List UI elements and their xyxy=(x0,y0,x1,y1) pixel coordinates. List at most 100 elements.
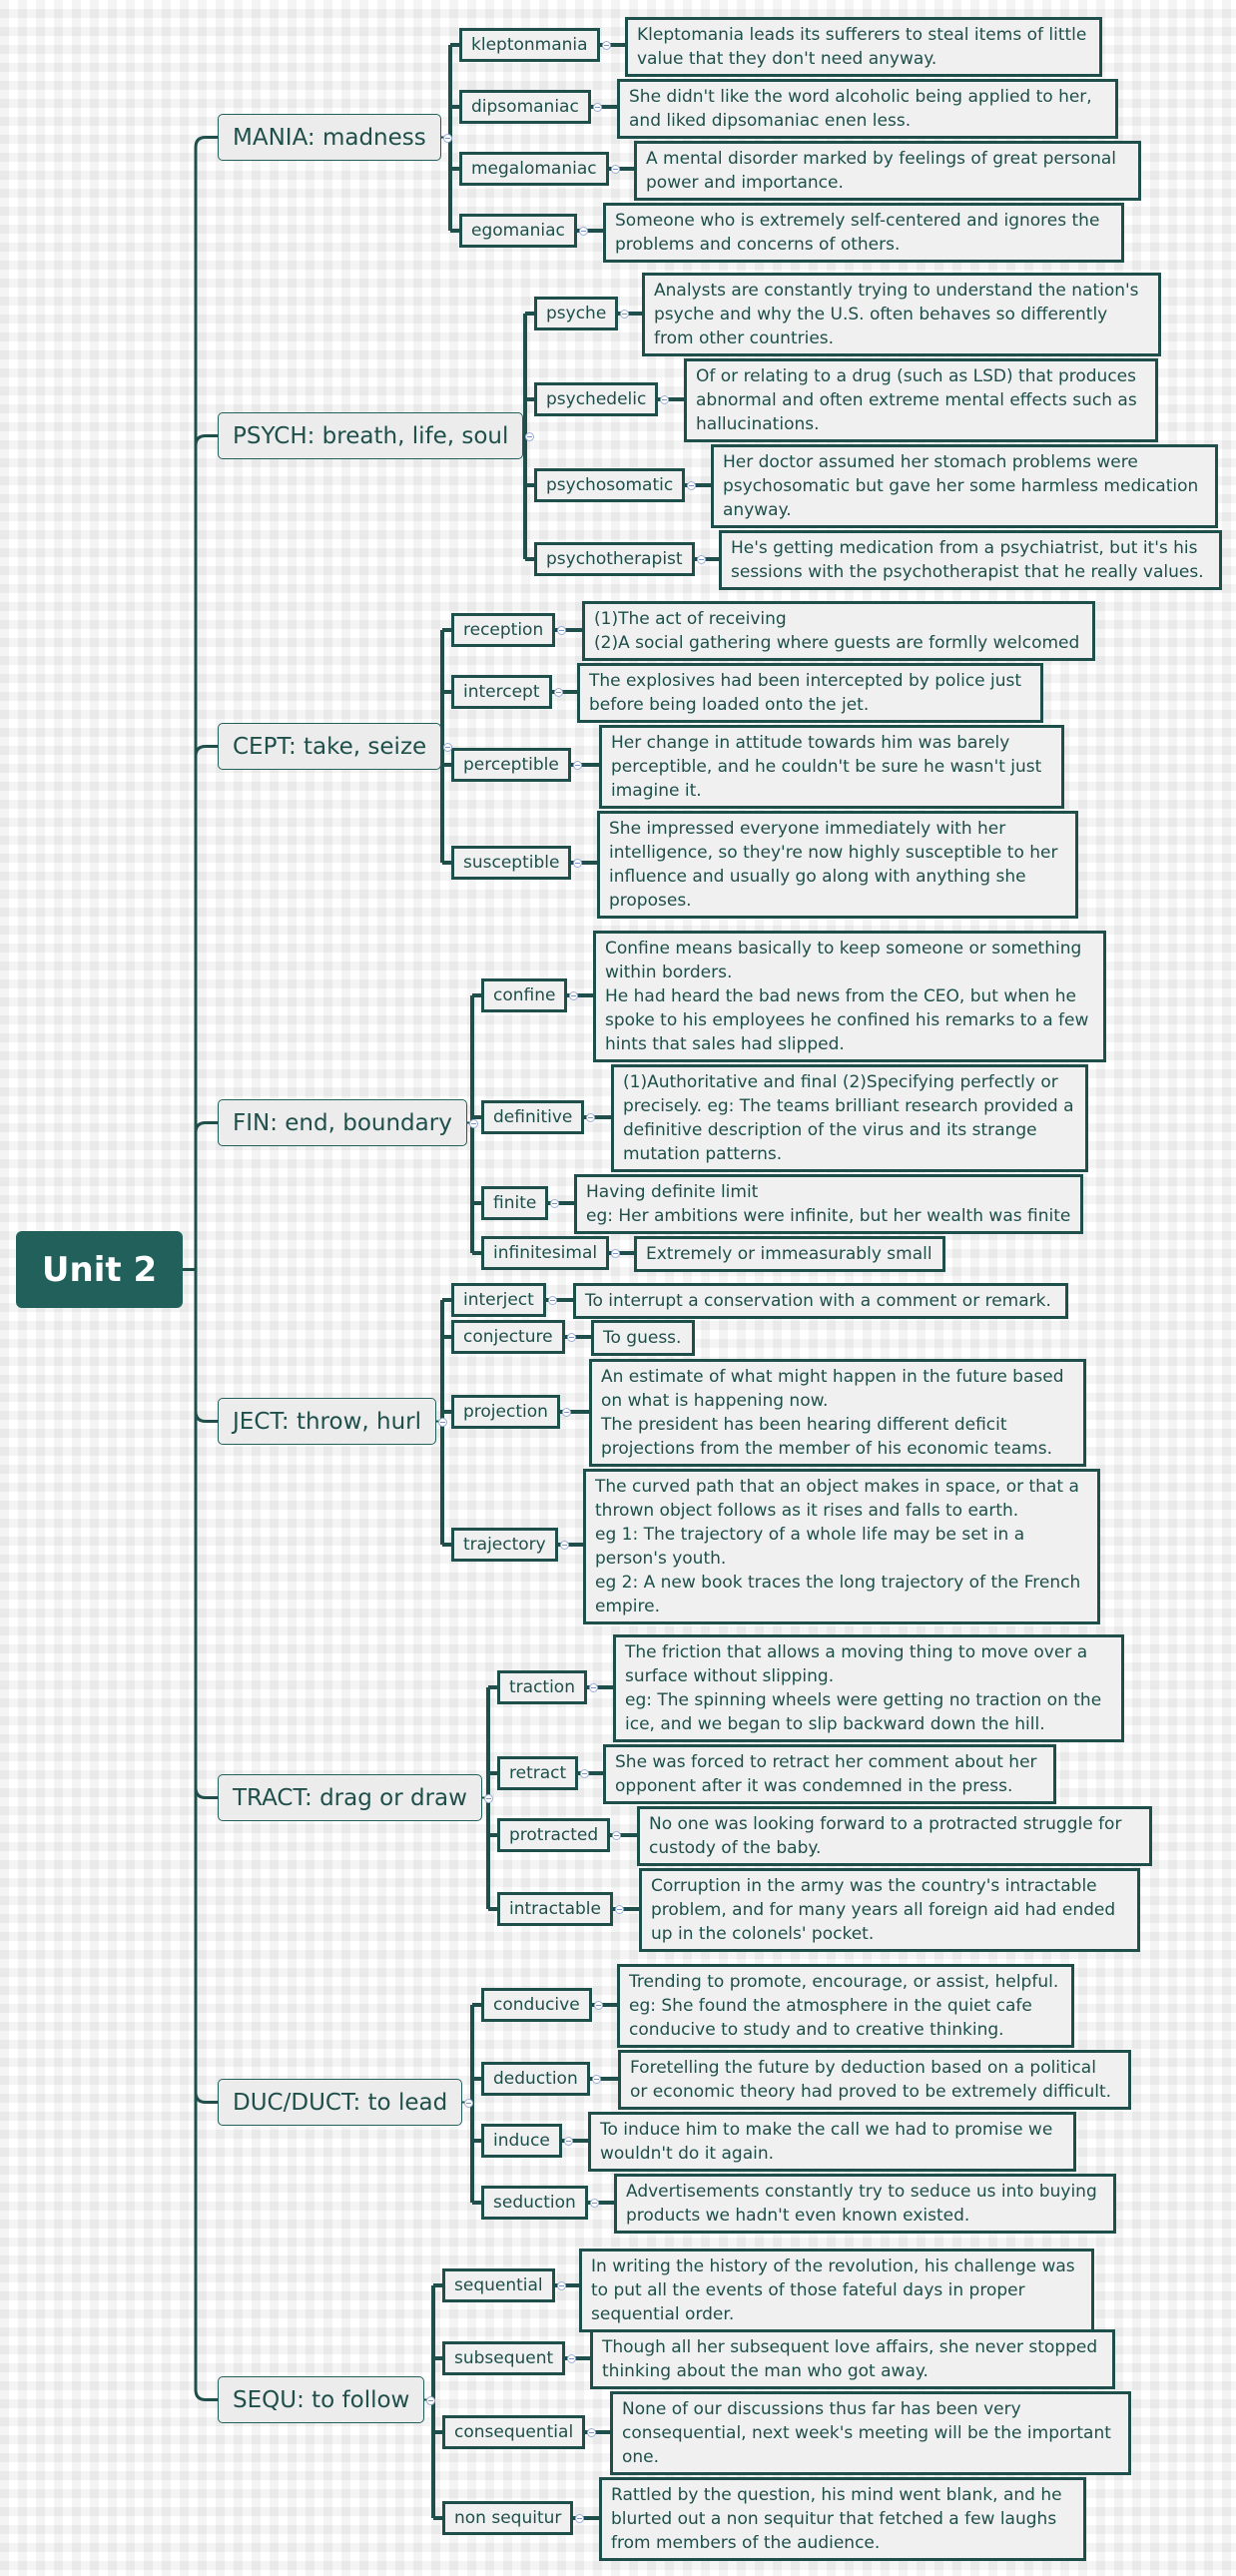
subtopic-egomaniac[interactable]: egomaniac xyxy=(459,214,577,248)
collapse-toggle-icon[interactable] xyxy=(593,103,602,112)
collapse-toggle-icon[interactable] xyxy=(611,165,620,174)
collapse-toggle-icon[interactable] xyxy=(620,310,629,319)
collapse-toggle-icon[interactable] xyxy=(573,761,582,770)
collapse-toggle-icon[interactable] xyxy=(575,2514,584,2523)
definition-retract[interactable]: She was forced to retract her comment ab… xyxy=(603,1744,1056,1804)
definition-egomaniac[interactable]: Someone who is extremely self-centered a… xyxy=(603,203,1124,263)
collapse-toggle-icon[interactable] xyxy=(464,2098,473,2108)
subtopic-conducive[interactable]: conducive xyxy=(481,1988,592,2022)
collapse-toggle-icon[interactable] xyxy=(554,688,563,697)
subtopic-deduction[interactable]: deduction xyxy=(481,2062,590,2096)
collapse-toggle-icon[interactable] xyxy=(592,2075,601,2084)
collapse-toggle-icon[interactable] xyxy=(560,1541,569,1550)
collapse-toggle-icon[interactable] xyxy=(589,1683,598,1692)
definition-reception[interactable]: (1)The act of receiving (2)A social gath… xyxy=(582,601,1095,661)
collapse-toggle-icon[interactable] xyxy=(438,1417,447,1427)
definition-induce[interactable]: To induce him to make the call we had to… xyxy=(588,2112,1076,2172)
root-topic[interactable]: Unit 2 xyxy=(16,1231,183,1308)
topic-psych[interactable]: PSYCH: breath, life, soul xyxy=(218,412,524,459)
definition-perceptible[interactable]: Her change in attitude towards him was b… xyxy=(599,725,1064,809)
definition-trajectory[interactable]: The curved path that an object makes in … xyxy=(583,1469,1100,1624)
subtopic-intercept[interactable]: intercept xyxy=(451,675,552,709)
subtopic-traction[interactable]: traction xyxy=(497,1670,587,1704)
definition-confine[interactable]: Confine means basically to keep someone … xyxy=(593,931,1106,1062)
definition-kleptonmania[interactable]: Kleptomania leads its sufferers to steal… xyxy=(625,17,1102,77)
definition-intercept[interactable]: The explosives had been intercepted by p… xyxy=(577,663,1043,723)
definition-projection[interactable]: An estimate of what might happen in the … xyxy=(589,1359,1086,1467)
definition-consequential[interactable]: None of our discussions thus far has bee… xyxy=(610,2391,1131,2475)
subtopic-megalomaniac[interactable]: megalomaniac xyxy=(459,152,609,186)
subtopic-psychotherapist[interactable]: psychotherapist xyxy=(534,542,695,576)
collapse-toggle-icon[interactable] xyxy=(615,1905,624,1914)
topic-duc-duct[interactable]: DUC/DUCT: to lead xyxy=(218,2079,463,2126)
subtopic-psychedelic[interactable]: psychedelic xyxy=(534,382,659,416)
definition-seduction[interactable]: Advertisements constantly try to seduce … xyxy=(614,2174,1116,2234)
subtopic-psychosomatic[interactable]: psychosomatic xyxy=(534,468,686,502)
subtopic-projection[interactable]: projection xyxy=(451,1395,560,1429)
collapse-toggle-icon[interactable] xyxy=(525,431,534,441)
subtopic-retract[interactable]: retract xyxy=(497,1756,579,1790)
definition-finite[interactable]: Having definite limit eg: Her ambitions … xyxy=(574,1174,1083,1234)
collapse-toggle-icon[interactable] xyxy=(443,133,452,143)
definition-protracted[interactable]: No one was looking forward to a protract… xyxy=(637,1806,1152,1866)
definition-sequential[interactable]: In writing the history of the revolution… xyxy=(579,2249,1094,2332)
subtopic-perceptible[interactable]: perceptible xyxy=(451,748,571,782)
topic-tract[interactable]: TRACT: drag or draw xyxy=(218,1774,482,1821)
collapse-toggle-icon[interactable] xyxy=(580,1769,589,1778)
definition-megalomaniac[interactable]: A mental disorder marked by feelings of … xyxy=(634,141,1141,201)
collapse-toggle-icon[interactable] xyxy=(469,1118,478,1128)
subtopic-finite[interactable]: finite xyxy=(481,1186,549,1220)
subtopic-subsequent[interactable]: subsequent xyxy=(442,2341,566,2375)
collapse-toggle-icon[interactable] xyxy=(443,742,452,752)
collapse-toggle-icon[interactable] xyxy=(697,555,706,564)
subtopic-sequential[interactable]: sequential xyxy=(442,2268,555,2302)
definition-infinitesimal[interactable]: Extremely or immeasurably small xyxy=(634,1236,945,1272)
subtopic-intractable[interactable]: intractable xyxy=(497,1892,613,1926)
definition-traction[interactable]: The friction that allows a moving thing … xyxy=(613,1634,1124,1742)
subtopic-infinitesimal[interactable]: infinitesimal xyxy=(481,1236,610,1270)
collapse-toggle-icon[interactable] xyxy=(660,395,669,404)
subtopic-dipsomaniac[interactable]: dipsomaniac xyxy=(459,90,591,124)
collapse-toggle-icon[interactable] xyxy=(611,1249,620,1258)
collapse-toggle-icon[interactable] xyxy=(550,1199,559,1208)
collapse-toggle-icon[interactable] xyxy=(557,2281,566,2290)
collapse-toggle-icon[interactable] xyxy=(567,2354,576,2363)
subtopic-interject[interactable]: interject xyxy=(451,1283,546,1317)
collapse-toggle-icon[interactable] xyxy=(687,481,696,490)
definition-dipsomaniac[interactable]: She didn't like the word alcoholic being… xyxy=(617,79,1118,139)
subtopic-definitive[interactable]: definitive xyxy=(481,1100,585,1134)
subtopic-psyche[interactable]: psyche xyxy=(534,297,619,330)
collapse-toggle-icon[interactable] xyxy=(612,1831,621,1840)
collapse-toggle-icon[interactable] xyxy=(562,1408,571,1417)
definition-psychosomatic[interactable]: Her doctor assumed her stomach problems … xyxy=(711,444,1218,528)
topic-ject[interactable]: JECT: throw, hurl xyxy=(218,1398,437,1445)
definition-conjecture[interactable]: To guess. xyxy=(591,1320,695,1356)
collapse-toggle-icon[interactable] xyxy=(579,227,588,236)
subtopic-induce[interactable]: induce xyxy=(481,2124,562,2158)
definition-deduction[interactable]: Foretelling the future by deduction base… xyxy=(618,2050,1131,2110)
collapse-toggle-icon[interactable] xyxy=(484,1793,493,1803)
collapse-toggle-icon[interactable] xyxy=(586,1113,595,1122)
definition-susceptible[interactable]: She impressed everyone immediately with … xyxy=(597,811,1078,919)
definition-conducive[interactable]: Trending to promote, encourage, or assis… xyxy=(617,1964,1074,2048)
definition-psychedelic[interactable]: Of or relating to a drug (such as LSD) t… xyxy=(684,358,1158,442)
collapse-toggle-icon[interactable] xyxy=(573,859,582,868)
subtopic-seduction[interactable]: seduction xyxy=(481,2186,588,2220)
topic-sequ[interactable]: SEQU: to follow xyxy=(218,2376,425,2423)
subtopic-confine[interactable]: confine xyxy=(481,978,568,1012)
subtopic-kleptonmania[interactable]: kleptonmania xyxy=(459,28,600,62)
subtopic-consequential[interactable]: consequential xyxy=(442,2415,586,2449)
topic-cept[interactable]: CEPT: take, seize xyxy=(218,723,442,770)
subtopic-conjecture[interactable]: conjecture xyxy=(451,1320,565,1354)
collapse-toggle-icon[interactable] xyxy=(426,2395,435,2405)
collapse-toggle-icon[interactable] xyxy=(587,2428,596,2437)
collapse-toggle-icon[interactable] xyxy=(557,626,566,635)
definition-subsequent[interactable]: Though all her subsequent love affairs, … xyxy=(590,2329,1115,2389)
subtopic-protracted[interactable]: protracted xyxy=(497,1818,611,1852)
collapse-toggle-icon[interactable] xyxy=(548,1296,557,1305)
definition-psyche[interactable]: Analysts are constantly trying to unders… xyxy=(642,273,1161,356)
subtopic-susceptible[interactable]: susceptible xyxy=(451,846,572,880)
collapse-toggle-icon[interactable] xyxy=(590,2199,599,2208)
subtopic-reception[interactable]: reception xyxy=(451,613,556,647)
subtopic-non-sequitur[interactable]: non sequitur xyxy=(442,2501,574,2535)
